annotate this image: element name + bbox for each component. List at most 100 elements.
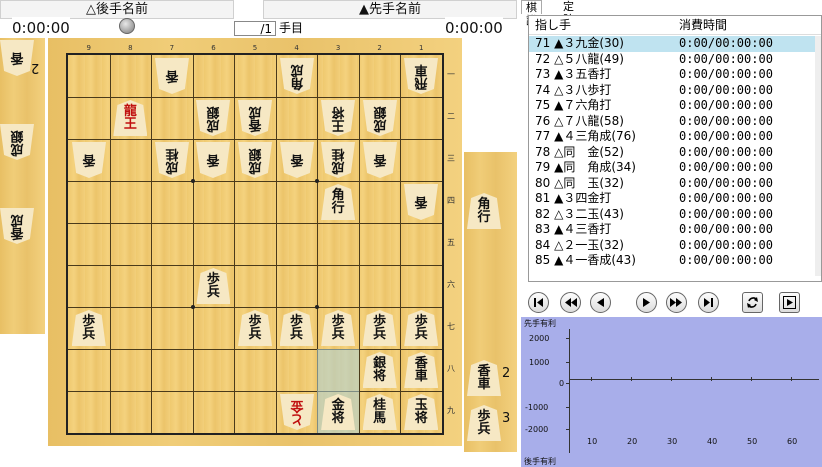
- kifu-row[interactable]: 75 ▲７六角打 0:00/00:00:00: [529, 98, 821, 114]
- grid-line: [68, 265, 442, 266]
- kifu-row[interactable]: 84 △２一玉(32) 0:00/00:00:00: [529, 238, 821, 254]
- shogi-piece[interactable]: と金: [280, 394, 314, 430]
- prev-button[interactable]: [590, 292, 611, 313]
- kifu-row[interactable]: 80 △同 玉(32) 0:00/00:00:00: [529, 176, 821, 192]
- kifu-row[interactable]: 72 △５八龍(49) 0:00/00:00:00: [529, 52, 821, 68]
- piece-char: 行: [331, 201, 345, 216]
- grid-line: [109, 55, 111, 433]
- kifu-move: 72 △５八龍(49): [535, 51, 624, 66]
- shogi-piece[interactable]: 香: [155, 58, 189, 94]
- star-point: [315, 179, 320, 183]
- shogi-piece[interactable]: 銀将: [362, 352, 397, 388]
- shogi-piece[interactable]: 香車: [404, 352, 439, 388]
- shogi-piece[interactable]: 歩兵: [321, 310, 356, 346]
- hand-count: 3: [502, 411, 511, 426]
- piece-char: 香: [165, 68, 179, 84]
- shogi-piece[interactable]: 成銀: [196, 100, 230, 136]
- kifu-move: 84 △２一玉(32): [535, 237, 624, 252]
- shogi-piece[interactable]: 金将: [321, 394, 356, 430]
- graph-x-tick: 40: [707, 437, 718, 446]
- shogi-piece[interactable]: 香: [0, 40, 34, 76]
- shogi-piece[interactable]: 飛車: [404, 58, 438, 94]
- move-number-input[interactable]: /1: [234, 21, 276, 36]
- shogi-piece[interactable]: 歩兵: [362, 310, 397, 346]
- first-button[interactable]: [528, 292, 549, 313]
- shogi-piece[interactable]: 香成: [238, 100, 272, 136]
- piece-char: 兵: [206, 285, 220, 300]
- piece-char: 銀: [373, 104, 387, 119]
- piece-char: 馬: [373, 411, 387, 426]
- shogi-piece[interactable]: 香: [404, 184, 438, 220]
- shogi-piece[interactable]: 香: [280, 142, 314, 178]
- kifu-move: 76 △７八龍(58): [535, 113, 624, 128]
- kifu-row[interactable]: 78 △同 金(52) 0:00/00:00:00: [529, 145, 821, 161]
- shogi-piece[interactable]: 成桂: [321, 142, 355, 178]
- kifu-move: 74 △３八歩打: [535, 82, 612, 97]
- tab-joseki[interactable]: 定跡: [559, 0, 578, 26]
- shogi-piece[interactable]: 成銀: [0, 124, 34, 160]
- kifu-row[interactable]: 79 ▲同 角成(34) 0:00/00:00:00: [529, 160, 821, 176]
- kifu-row[interactable]: 76 △７八龍(58) 0:00/00:00:00: [529, 114, 821, 130]
- graph-tick-mark: [591, 377, 592, 381]
- shogi-piece[interactable]: 歩兵: [238, 310, 272, 346]
- shogi-piece[interactable]: 角成: [280, 58, 314, 94]
- prev-many-icon: [565, 298, 577, 307]
- kifu-row[interactable]: 83 ▲４三香打 0:00/00:00:00: [529, 222, 821, 238]
- grid-line: [151, 55, 153, 433]
- play-icon: [783, 296, 796, 309]
- shogi-piece[interactable]: 桂馬: [362, 394, 397, 430]
- kifu-header: 指し手 消費時間: [529, 16, 821, 35]
- prev-icon: [597, 298, 604, 307]
- next-button[interactable]: [636, 292, 657, 313]
- shogi-piece[interactable]: 王将: [321, 100, 355, 136]
- shogi-piece[interactable]: 歩兵: [404, 310, 439, 346]
- shogi-piece[interactable]: 香成: [0, 208, 34, 244]
- rotate-button[interactable]: [742, 292, 763, 313]
- graph-tick-mark: [671, 377, 672, 381]
- kifu-time: 0:00/00:00:00: [679, 51, 773, 66]
- shogi-piece[interactable]: 香: [196, 142, 230, 178]
- shogi-piece[interactable]: 香車: [467, 360, 501, 396]
- prev-many-button[interactable]: [560, 292, 581, 313]
- kifu-row[interactable]: 77 ▲４三角成(76) 0:00/00:00:00: [529, 129, 821, 145]
- shogi-piece[interactable]: 龍王: [113, 100, 148, 136]
- next-many-button[interactable]: [666, 292, 687, 313]
- kifu-row[interactable]: 73 ▲３五香打 0:00/00:00:00: [529, 67, 821, 83]
- kifu-row[interactable]: 82 △３二玉(43) 0:00/00:00:00: [529, 207, 821, 223]
- grid-line: [68, 97, 442, 98]
- grid-line: [192, 55, 194, 433]
- shogi-piece[interactable]: 歩兵: [467, 405, 501, 441]
- shogi-piece[interactable]: 歩兵: [71, 310, 106, 346]
- file-label: 8: [128, 44, 133, 52]
- kifu-time: 0:00/00:00:00: [679, 144, 773, 159]
- piece-char: 兵: [290, 327, 304, 342]
- graph-y-axis: [569, 329, 570, 453]
- last-button[interactable]: [698, 292, 719, 313]
- kifu-row[interactable]: 74 △３八歩打 0:00/00:00:00: [529, 83, 821, 99]
- kifu-row[interactable]: 81 ▲３四金打 0:00/00:00:00: [529, 191, 821, 207]
- shogi-piece[interactable]: 歩兵: [196, 268, 231, 304]
- graph-bottom-label: 後手有利: [524, 457, 556, 466]
- kifu-row[interactable]: 71 ▲３九金(30) 0:00/00:00:00: [529, 36, 821, 52]
- shogi-board[interactable]: 香角成飛車龍王成銀香成王将成銀香成桂香成銀香成桂香角行香歩兵歩兵歩兵歩兵歩兵歩兵…: [66, 53, 444, 435]
- shogi-piece[interactable]: 玉将: [404, 394, 439, 430]
- kifu-row[interactable]: 85 ▲４一香成(43) 0:00/00:00:00: [529, 253, 821, 269]
- shogi-piece[interactable]: 成桂: [155, 142, 189, 178]
- shogi-piece[interactable]: 成銀: [363, 100, 397, 136]
- shogi-piece[interactable]: 香: [363, 142, 397, 178]
- shogi-piece[interactable]: 香: [72, 142, 106, 178]
- tab-kifu[interactable]: 棋譜: [521, 0, 542, 27]
- shogi-piece[interactable]: 成銀: [238, 142, 272, 178]
- piece-char: 王: [123, 117, 137, 132]
- kifu-list[interactable]: 指し手 消費時間 71 ▲３九金(30) 0:00/00:00:00 72 △５八…: [528, 15, 822, 282]
- shogi-piece[interactable]: 角行: [467, 193, 501, 229]
- shogi-piece[interactable]: 角行: [321, 184, 356, 220]
- file-label: 4: [294, 44, 299, 52]
- piece-char: 香: [290, 152, 304, 168]
- shogi-piece[interactable]: 歩兵: [279, 310, 314, 346]
- kifu-col-move: 指し手: [535, 18, 572, 32]
- play-button[interactable]: [779, 292, 800, 313]
- kifu-scrollbar[interactable]: [815, 36, 821, 276]
- kifu-time: 0:00/00:00:00: [679, 82, 773, 97]
- graph-tick-mark: [711, 377, 712, 381]
